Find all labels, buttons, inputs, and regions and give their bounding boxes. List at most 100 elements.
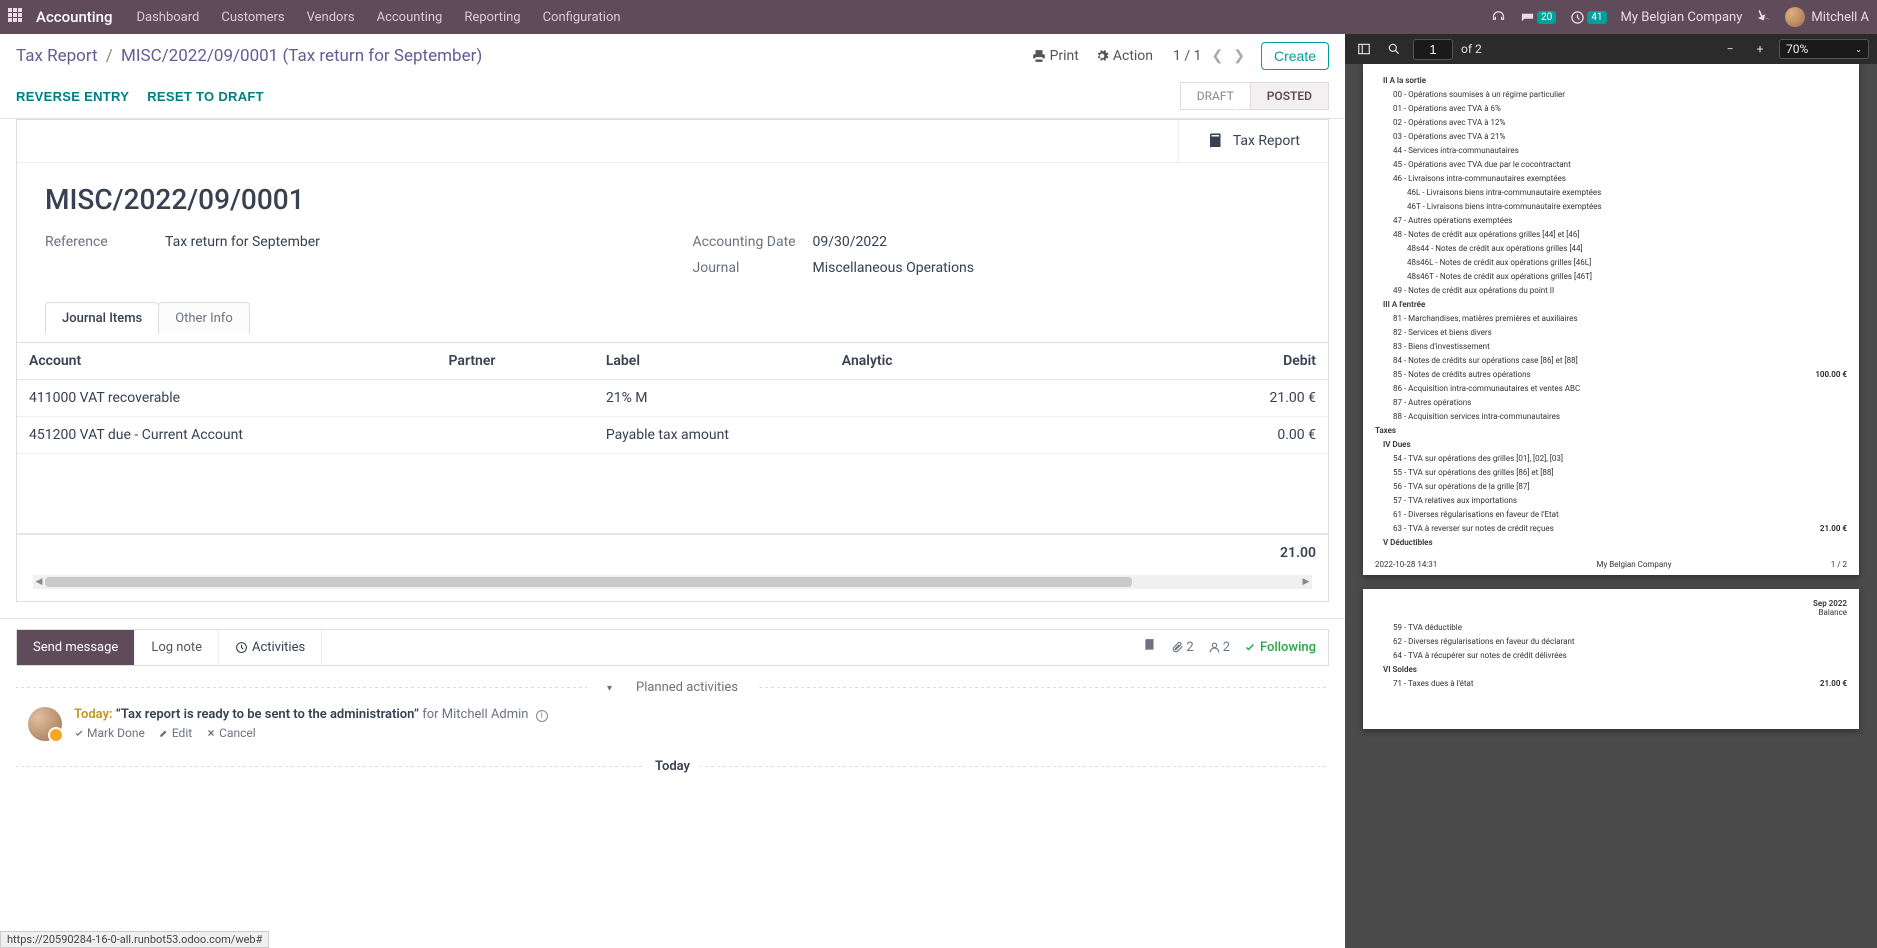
book-icon	[1207, 132, 1225, 150]
pager-value[interactable]: 1 / 1	[1173, 48, 1201, 64]
attachments-button[interactable]: 2	[1171, 640, 1193, 655]
scroll-thumb[interactable]	[45, 577, 1132, 587]
company-switcher[interactable]: My Belgian Company	[1621, 10, 1743, 25]
reset-to-draft-button[interactable]: RESET TO DRAFT	[147, 89, 264, 104]
zoom-out-icon[interactable]: −	[1719, 38, 1741, 60]
zoom-select[interactable]: 70%⌄	[1779, 39, 1869, 59]
debug-icon[interactable]	[1756, 8, 1771, 27]
col-account[interactable]: Account	[17, 343, 437, 380]
pdf-line-amount: 100.00 €	[1815, 369, 1847, 381]
nav-dashboard[interactable]: Dashboard	[136, 10, 199, 25]
table-row[interactable]: 451200 VAT due - Current Account Payable …	[17, 417, 1328, 454]
pdf-line: III A l'entrée	[1375, 298, 1847, 312]
nav-configuration[interactable]: Configuration	[543, 10, 621, 25]
nav-vendors[interactable]: Vendors	[307, 10, 355, 25]
reverse-entry-button[interactable]: REVERSE ENTRY	[16, 89, 129, 104]
pdf-page-input[interactable]	[1413, 39, 1453, 60]
col-analytic[interactable]: Analytic	[830, 343, 1066, 380]
cell-partner[interactable]	[437, 417, 594, 454]
pdf-line: 48s44 - Notes de crédit aux opérations g…	[1375, 242, 1847, 256]
info-icon[interactable]: i	[536, 710, 548, 722]
pdf-line: V Déductibles	[1375, 536, 1847, 550]
pager-prev[interactable]: ❮	[1212, 48, 1224, 64]
table-row[interactable]: 411000 VAT recoverable 21% M 21.00 €	[17, 380, 1328, 417]
btnbox-tax-report[interactable]: Tax Report	[1178, 120, 1328, 162]
cell-debit[interactable]: 21.00 €	[1066, 380, 1328, 417]
main-pane: Tax Report / MISC/2022/09/0001 (Tax retu…	[0, 34, 1345, 948]
pdf-footer-timestamp: 2022-10-28 14:31	[1375, 560, 1437, 569]
col-debit[interactable]: Debit	[1066, 343, 1328, 380]
print-button[interactable]: Print	[1032, 48, 1079, 64]
pdf-line-label: 88 - Acquisition services intra-communau…	[1375, 411, 1560, 423]
pager: 1 / 1 ❮ ❯	[1173, 48, 1245, 64]
stage-draft[interactable]: DRAFT	[1180, 82, 1250, 110]
send-message-button[interactable]: Send message	[17, 630, 135, 665]
nav-reporting[interactable]: Reporting	[464, 10, 520, 25]
mark-done-button[interactable]: Mark Done	[74, 726, 145, 740]
action-button[interactable]: Action	[1095, 48, 1153, 64]
reference-value[interactable]: Tax return for September	[165, 234, 320, 250]
create-button[interactable]: Create	[1261, 42, 1329, 70]
apps-menu-icon[interactable]	[8, 8, 26, 26]
activity-avatar-icon[interactable]	[28, 707, 62, 741]
tab-journal-items[interactable]: Journal Items	[45, 302, 159, 334]
open-record-icon[interactable]	[1143, 638, 1157, 656]
pager-next[interactable]: ❯	[1233, 48, 1245, 64]
pdf-footer-pager: 1 / 2	[1831, 560, 1847, 569]
statusbar-row: REVERSE ENTRY RESET TO DRAFT DRAFT POSTE…	[0, 78, 1345, 119]
zoom-in-icon[interactable]: +	[1749, 38, 1771, 60]
col-label[interactable]: Label	[594, 343, 830, 380]
activity-item: Today: “Tax report is ready to be sent t…	[0, 703, 1345, 753]
cell-partner[interactable]	[437, 380, 594, 417]
following-button[interactable]: Following	[1244, 640, 1316, 655]
sidebar-toggle-icon[interactable]	[1353, 38, 1375, 60]
journal-value[interactable]: Miscellaneous Operations	[813, 260, 975, 276]
scroll-left-icon[interactable]: ◀	[33, 575, 45, 589]
user-name: Mitchell A	[1811, 10, 1869, 25]
col-partner[interactable]: Partner	[437, 343, 594, 380]
cell-account[interactable]: 451200 VAT due - Current Account	[17, 417, 437, 454]
tabs: Journal Items Other Info	[45, 302, 1300, 334]
app-brand[interactable]: Accounting	[36, 8, 112, 26]
cell-debit[interactable]: 0.00 €	[1066, 417, 1328, 454]
nav-accounting[interactable]: Accounting	[377, 10, 443, 25]
followers-button[interactable]: 2	[1208, 640, 1230, 655]
pdf-line: 00 - Opérations soumises à un régime par…	[1375, 88, 1847, 102]
cancel-button[interactable]: Cancel	[206, 726, 256, 740]
pdf-line-label: 45 - Opérations avec TVA due par le coco…	[1375, 159, 1571, 171]
pdf-body[interactable]: II A la sortie00 - Opérations soumises à…	[1345, 64, 1877, 948]
pdf-line-label: 82 - Services et biens divers	[1375, 327, 1492, 339]
planned-activities-separator[interactable]: ▾Planned activities	[16, 680, 1329, 695]
pdf-line: 46 - Livraisons intra-communautaires exe…	[1375, 172, 1847, 186]
pdf-line: 82 - Services et biens divers	[1375, 326, 1847, 340]
accounting-date-value[interactable]: 09/30/2022	[813, 234, 888, 250]
pdf-line-label: 71 - Taxes dues à l'état	[1375, 678, 1474, 690]
pdf-line: 71 - Taxes dues à l'état21.00 €	[1375, 677, 1847, 691]
breadcrumb: Tax Report / MISC/2022/09/0001 (Tax retu…	[16, 46, 482, 66]
pdf-line: 63 - TVA à reverser sur notes de crédit …	[1375, 522, 1847, 536]
activities-button[interactable]: Activities	[219, 630, 322, 665]
messages-icon[interactable]: 20	[1520, 10, 1556, 25]
horizontal-scrollbar[interactable]: ◀ ▶	[33, 575, 1312, 589]
breadcrumb-root[interactable]: Tax Report	[16, 46, 98, 66]
user-menu[interactable]: Mitchell A	[1785, 7, 1869, 27]
pdf-search-icon[interactable]	[1383, 38, 1405, 60]
activities-icon[interactable]: 41	[1570, 10, 1606, 25]
cell-analytic[interactable]	[830, 380, 1066, 417]
cell-account[interactable]: 411000 VAT recoverable	[17, 380, 437, 417]
voip-icon[interactable]	[1491, 8, 1506, 27]
nav-customers[interactable]: Customers	[221, 10, 284, 25]
cell-label[interactable]: 21% M	[594, 380, 830, 417]
pdf-line-label: IV Dues	[1375, 439, 1411, 451]
edit-button[interactable]: Edit	[159, 726, 192, 740]
pdf-line-label: 49 - Notes de crédit aux opérations du p…	[1375, 285, 1554, 297]
cell-analytic[interactable]	[830, 417, 1066, 454]
x-icon	[206, 728, 216, 738]
scroll-right-icon[interactable]: ▶	[1300, 575, 1312, 589]
pdf-line: II A la sortie	[1375, 74, 1847, 88]
cell-label[interactable]: Payable tax amount	[594, 417, 830, 454]
tab-other-info[interactable]: Other Info	[158, 302, 250, 334]
stage-posted[interactable]: POSTED	[1250, 82, 1329, 110]
log-note-button[interactable]: Log note	[135, 630, 219, 665]
activity-summary: “Tax report is ready to be sent to the a…	[116, 707, 419, 722]
